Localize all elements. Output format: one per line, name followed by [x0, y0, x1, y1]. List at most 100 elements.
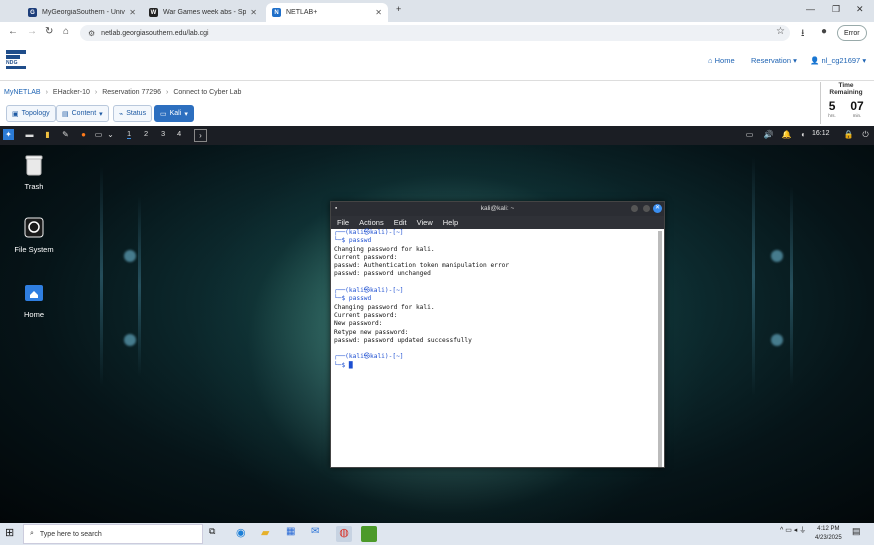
trash-icon: [25, 155, 43, 176]
close-window-icon[interactable]: ✕: [856, 4, 864, 15]
user-icon: 👤: [810, 56, 820, 65]
terminal-titlebar[interactable]: ▪ kali@kali: ~ ✕: [331, 202, 664, 216]
breadcrumb-mynetlab[interactable]: MyNETLAB: [4, 89, 41, 96]
edge-icon[interactable]: ◉: [236, 526, 252, 542]
netlab-favicon-icon: N: [272, 8, 281, 17]
terminal-line: Current password:: [334, 311, 398, 319]
address-bar-row: ← → ↻ ⌂ ⚙ netlab.georgiasouthern.edu/lab…: [0, 22, 874, 45]
volume-icon[interactable]: 🔊: [763, 129, 774, 140]
power-manager-icon[interactable]: ◐: [798, 129, 809, 140]
terminal-line: └─$ passwd: [334, 295, 372, 303]
file-manager-icon[interactable]: ▮: [42, 129, 53, 140]
panel-clock[interactable]: 16:12: [812, 130, 830, 137]
time-remaining: Time Remaining 5 hrs. 07 min.: [820, 82, 871, 124]
workspace-4[interactable]: 4: [177, 129, 181, 138]
hours-value: 5: [828, 99, 836, 113]
file-explorer-icon[interactable]: ▰: [261, 526, 277, 542]
document-icon: ▤: [62, 110, 69, 118]
topology-button[interactable]: ▣ Topology: [6, 105, 56, 122]
ndg-logo[interactable]: NDG: [6, 50, 26, 74]
taskbar-clock[interactable]: 4:12 PM 4/23/2025: [815, 525, 842, 543]
display-icon[interactable]: ▭: [744, 129, 755, 140]
windows-start-icon[interactable]: ⊞: [5, 526, 21, 542]
text-editor-icon[interactable]: ✎: [60, 129, 71, 140]
workspace-1[interactable]: 1: [127, 129, 132, 139]
monitor-icon: ▭: [160, 110, 167, 118]
tab-mygeorgiasouthern[interactable]: G MyGeorgiaSouthern - Universit ✕: [22, 3, 142, 22]
workspace-2[interactable]: 2: [144, 129, 148, 138]
task-view-icon[interactable]: ⧉: [209, 526, 225, 542]
user-menu[interactable]: 👤 nl_cg21697 ▾: [810, 56, 866, 65]
show-desktop-icon[interactable]: ▬: [24, 129, 35, 140]
back-icon[interactable]: ←: [8, 26, 18, 37]
university-favicon-icon: G: [28, 8, 37, 17]
home-link[interactable]: ⌂ Home: [708, 56, 735, 65]
system-tray[interactable]: ^ ▭ ◂ ⏚: [780, 525, 806, 535]
new-tab-icon[interactable]: +: [396, 4, 401, 14]
kali-desktop[interactable]: ✦ ▬ ▮ ✎ ● ▭ ⌄ 1 2 3 4 › ▭ 🔊 🔔 ◐ 16:12 🔒 …: [0, 126, 874, 523]
menu-file[interactable]: File: [337, 218, 349, 227]
house-icon: ⌂: [708, 56, 713, 65]
menu-actions[interactable]: Actions: [359, 218, 384, 227]
chevron-down-icon: ▾: [184, 110, 188, 118]
workspace-3[interactable]: 3: [161, 129, 165, 138]
content-button[interactable]: ▤ Content ▾: [56, 105, 109, 122]
notifications-icon[interactable]: ▤: [852, 526, 868, 542]
desktop-icon-file-system[interactable]: File System: [4, 217, 64, 254]
tab-netlab[interactable]: N NETLAB+ ✕: [266, 3, 388, 22]
terminal-window-button-icon[interactable]: ›: [194, 129, 207, 142]
reload-icon[interactable]: ↻: [45, 26, 53, 37]
terminal-window[interactable]: ▪ kali@kali: ~ ✕ File Actions Edit View …: [330, 201, 665, 468]
terminal-output[interactable]: ┌──(kali㉿kali)-[~] └─$ passwd Changing pas…: [333, 229, 656, 465]
bookmark-star-icon[interactable]: ☆: [776, 26, 785, 37]
notification-bell-icon[interactable]: 🔔: [781, 129, 792, 140]
terminal-scrollbar[interactable]: [658, 231, 662, 467]
close-window-icon[interactable]: ✕: [653, 204, 662, 213]
chevron-down-icon: ▾: [793, 56, 797, 65]
chart-icon: ⌁: [119, 110, 124, 118]
close-tab-icon[interactable]: ✕: [250, 8, 257, 17]
maximize-window-icon[interactable]: [643, 205, 650, 212]
url-field[interactable]: ⚙ netlab.georgiasouthern.edu/lab.cgi: [80, 25, 790, 41]
terminal-line: passwd: password updated successfully: [334, 336, 472, 344]
breadcrumb-course[interactable]: EHacker-10: [53, 89, 90, 96]
chrome-icon[interactable]: ◍: [336, 526, 352, 542]
netlab-header: NDG ⌂ Home Reservation ▾ 👤 nl_cg21697 ▾: [0, 44, 874, 81]
menu-help[interactable]: Help: [443, 218, 458, 227]
chevron-down-icon: ▾: [99, 110, 103, 118]
profile-icon[interactable]: ●: [821, 26, 827, 37]
status-button[interactable]: ⌁ Status: [113, 105, 153, 122]
close-tab-icon[interactable]: ✕: [375, 8, 382, 17]
lock-icon[interactable]: 🔒: [843, 129, 854, 140]
reservation-menu[interactable]: Reservation ▾: [751, 56, 797, 65]
chevron-down-icon[interactable]: ⌄: [105, 129, 116, 140]
site-info-icon[interactable]: ⚙: [88, 29, 95, 38]
mail-icon[interactable]: ✉: [311, 526, 327, 542]
terminal-launcher-icon[interactable]: ▭: [93, 129, 104, 140]
menu-edit[interactable]: Edit: [394, 218, 407, 227]
menu-view[interactable]: View: [417, 218, 433, 227]
breadcrumb-current: Connect to Cyber Lab: [173, 88, 242, 96]
minutes-value: 07: [850, 99, 864, 113]
desktop-icon-home[interactable]: Home: [4, 282, 64, 319]
logout-icon[interactable]: ⏻: [860, 129, 871, 140]
download-icon[interactable]: ⭳: [801, 26, 805, 43]
kali-menu-icon[interactable]: ✦: [3, 129, 14, 140]
home-icon[interactable]: ⌂: [63, 26, 69, 37]
green-app-icon[interactable]: [361, 526, 377, 542]
minimize-window-icon[interactable]: [631, 205, 638, 212]
desktop-icon-trash[interactable]: Trash: [4, 154, 64, 191]
profile-error-chip[interactable]: Error: [837, 25, 867, 41]
minimize-icon[interactable]: —: [806, 4, 815, 14]
tab-war-games[interactable]: W War Games week abs - Spring ✕: [143, 3, 263, 22]
kali-button[interactable]: ▭ Kali ▾: [154, 105, 194, 122]
store-icon[interactable]: ▦: [286, 526, 302, 542]
restore-icon[interactable]: ❐: [832, 4, 840, 15]
breadcrumb-reservation[interactable]: Reservation 77296: [102, 89, 161, 96]
terminal-line: Current password:: [334, 253, 398, 261]
close-tab-icon[interactable]: ✕: [129, 8, 136, 17]
taskbar-search[interactable]: ⌕ Type here to search: [23, 524, 203, 544]
firefox-icon[interactable]: ●: [78, 129, 89, 140]
forward-icon[interactable]: →: [27, 26, 37, 37]
